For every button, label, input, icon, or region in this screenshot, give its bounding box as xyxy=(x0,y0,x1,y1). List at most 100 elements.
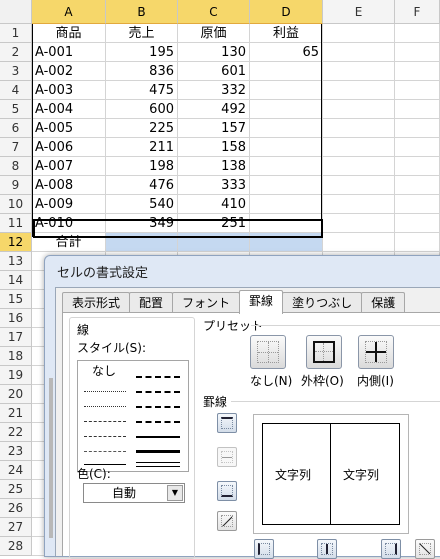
line-style-list[interactable]: なし xyxy=(77,360,189,472)
tab-number[interactable]: 表示形式 xyxy=(62,292,131,313)
column-header-f[interactable]: F xyxy=(395,0,440,24)
data-cell[interactable]: A-002 xyxy=(32,62,106,81)
row-header[interactable]: 2 xyxy=(0,43,32,62)
column-header-d[interactable]: D xyxy=(250,0,323,24)
style-medium-dash-dot-dot[interactable] xyxy=(136,376,180,378)
total-label-cell[interactable]: 合計 xyxy=(32,233,106,252)
cell[interactable] xyxy=(323,81,395,100)
row-header[interactable]: 23 xyxy=(0,442,32,461)
style-dotted[interactable] xyxy=(84,406,126,407)
row-header[interactable]: 14 xyxy=(0,271,32,290)
row-header[interactable]: 13 xyxy=(0,252,32,271)
border-right-button[interactable] xyxy=(381,539,401,559)
row-header[interactable]: 9 xyxy=(0,176,32,195)
row-header[interactable]: 10 xyxy=(0,195,32,214)
style-dashed[interactable] xyxy=(84,451,126,452)
row-header[interactable]: 22 xyxy=(0,423,32,442)
border-preview[interactable]: 文字列 文字列 xyxy=(253,414,409,534)
border-inside-vertical-button[interactable] xyxy=(317,539,337,559)
data-cell[interactable]: 65 xyxy=(250,43,323,62)
preset-none-button[interactable] xyxy=(250,335,286,369)
row-header[interactable]: 17 xyxy=(0,328,32,347)
selected-cell[interactable] xyxy=(250,233,323,252)
tab-alignment[interactable]: 配置 xyxy=(129,292,174,313)
preset-outline-button[interactable] xyxy=(306,335,342,369)
style-double[interactable] xyxy=(136,462,180,467)
row-header[interactable]: 25 xyxy=(0,480,32,499)
data-cell[interactable] xyxy=(250,81,323,100)
chevron-down-icon[interactable]: ▼ xyxy=(167,485,183,501)
data-cell[interactable]: 157 xyxy=(178,119,250,138)
border-inside-horizontal-button[interactable] xyxy=(217,447,237,467)
data-cell[interactable]: 492 xyxy=(178,100,250,119)
data-cell[interactable] xyxy=(250,62,323,81)
cell[interactable] xyxy=(395,138,440,157)
cell[interactable] xyxy=(395,233,440,252)
style-medium-dash-dot[interactable] xyxy=(136,406,180,408)
row-header[interactable]: 15 xyxy=(0,290,32,309)
header-cell[interactable]: 原価 xyxy=(178,24,250,43)
border-diagonal-down-button[interactable] xyxy=(415,539,435,559)
border-bottom-button[interactable] xyxy=(217,481,237,501)
preset-inside-button[interactable] xyxy=(358,335,394,369)
data-cell[interactable]: 349 xyxy=(106,214,178,233)
data-cell[interactable]: 410 xyxy=(178,195,250,214)
row-header[interactable]: 4 xyxy=(0,81,32,100)
row-header[interactable]: 24 xyxy=(0,461,32,480)
column-header-e[interactable]: E xyxy=(323,0,395,24)
style-none-option[interactable]: なし xyxy=(92,362,116,379)
tab-border[interactable]: 罫線 xyxy=(239,290,284,314)
cell[interactable] xyxy=(395,119,440,138)
data-cell[interactable]: A-006 xyxy=(32,138,106,157)
data-cell[interactable]: 475 xyxy=(106,81,178,100)
cell[interactable] xyxy=(323,43,395,62)
row-header[interactable]: 5 xyxy=(0,100,32,119)
vertical-scrollbar-thumb[interactable] xyxy=(49,378,53,538)
color-dropdown[interactable]: 自動 ▼ xyxy=(83,483,185,503)
cell[interactable] xyxy=(395,214,440,233)
data-cell[interactable]: 600 xyxy=(106,100,178,119)
cell[interactable] xyxy=(395,62,440,81)
selected-cell[interactable] xyxy=(178,233,250,252)
data-cell[interactable]: 130 xyxy=(178,43,250,62)
border-diagonal-up-button[interactable] xyxy=(217,511,237,531)
row-header[interactable]: 1 xyxy=(0,24,32,43)
cell[interactable] xyxy=(323,24,395,43)
tab-fill[interactable]: 塗りつぶし xyxy=(282,292,363,313)
cell[interactable] xyxy=(323,138,395,157)
row-header[interactable]: 3 xyxy=(0,62,32,81)
data-cell[interactable]: 138 xyxy=(178,157,250,176)
row-header[interactable]: 28 xyxy=(0,537,32,556)
data-cell[interactable]: 251 xyxy=(178,214,250,233)
row-header[interactable]: 18 xyxy=(0,347,32,366)
data-cell[interactable]: A-001 xyxy=(32,43,106,62)
data-cell[interactable]: 195 xyxy=(106,43,178,62)
row-header[interactable]: 7 xyxy=(0,138,32,157)
row-header[interactable]: 21 xyxy=(0,404,32,423)
row-header[interactable]: 27 xyxy=(0,518,32,537)
cell[interactable] xyxy=(395,100,440,119)
data-cell[interactable]: A-007 xyxy=(32,157,106,176)
header-cell[interactable]: 売上 xyxy=(106,24,178,43)
data-cell[interactable]: 225 xyxy=(106,119,178,138)
data-cell[interactable]: 332 xyxy=(178,81,250,100)
data-cell[interactable]: A-010 xyxy=(32,214,106,233)
row-header[interactable]: 26 xyxy=(0,499,32,518)
cell[interactable] xyxy=(395,157,440,176)
data-cell[interactable]: A-008 xyxy=(32,176,106,195)
border-left-button[interactable] xyxy=(254,539,274,559)
data-cell[interactable] xyxy=(250,214,323,233)
cell[interactable] xyxy=(395,81,440,100)
row-header[interactable]: 19 xyxy=(0,366,32,385)
column-header-b[interactable]: B xyxy=(106,0,178,24)
cell[interactable] xyxy=(323,214,395,233)
data-cell[interactable]: 333 xyxy=(178,176,250,195)
header-cell[interactable]: 利益 xyxy=(250,24,323,43)
cell[interactable] xyxy=(323,195,395,214)
row-header[interactable]: 12 xyxy=(0,233,32,252)
data-cell[interactable] xyxy=(250,119,323,138)
row-header[interactable]: 16 xyxy=(0,309,32,328)
style-medium[interactable] xyxy=(136,436,180,438)
style-slant-dash-dot[interactable] xyxy=(136,391,180,393)
data-cell[interactable]: 601 xyxy=(178,62,250,81)
